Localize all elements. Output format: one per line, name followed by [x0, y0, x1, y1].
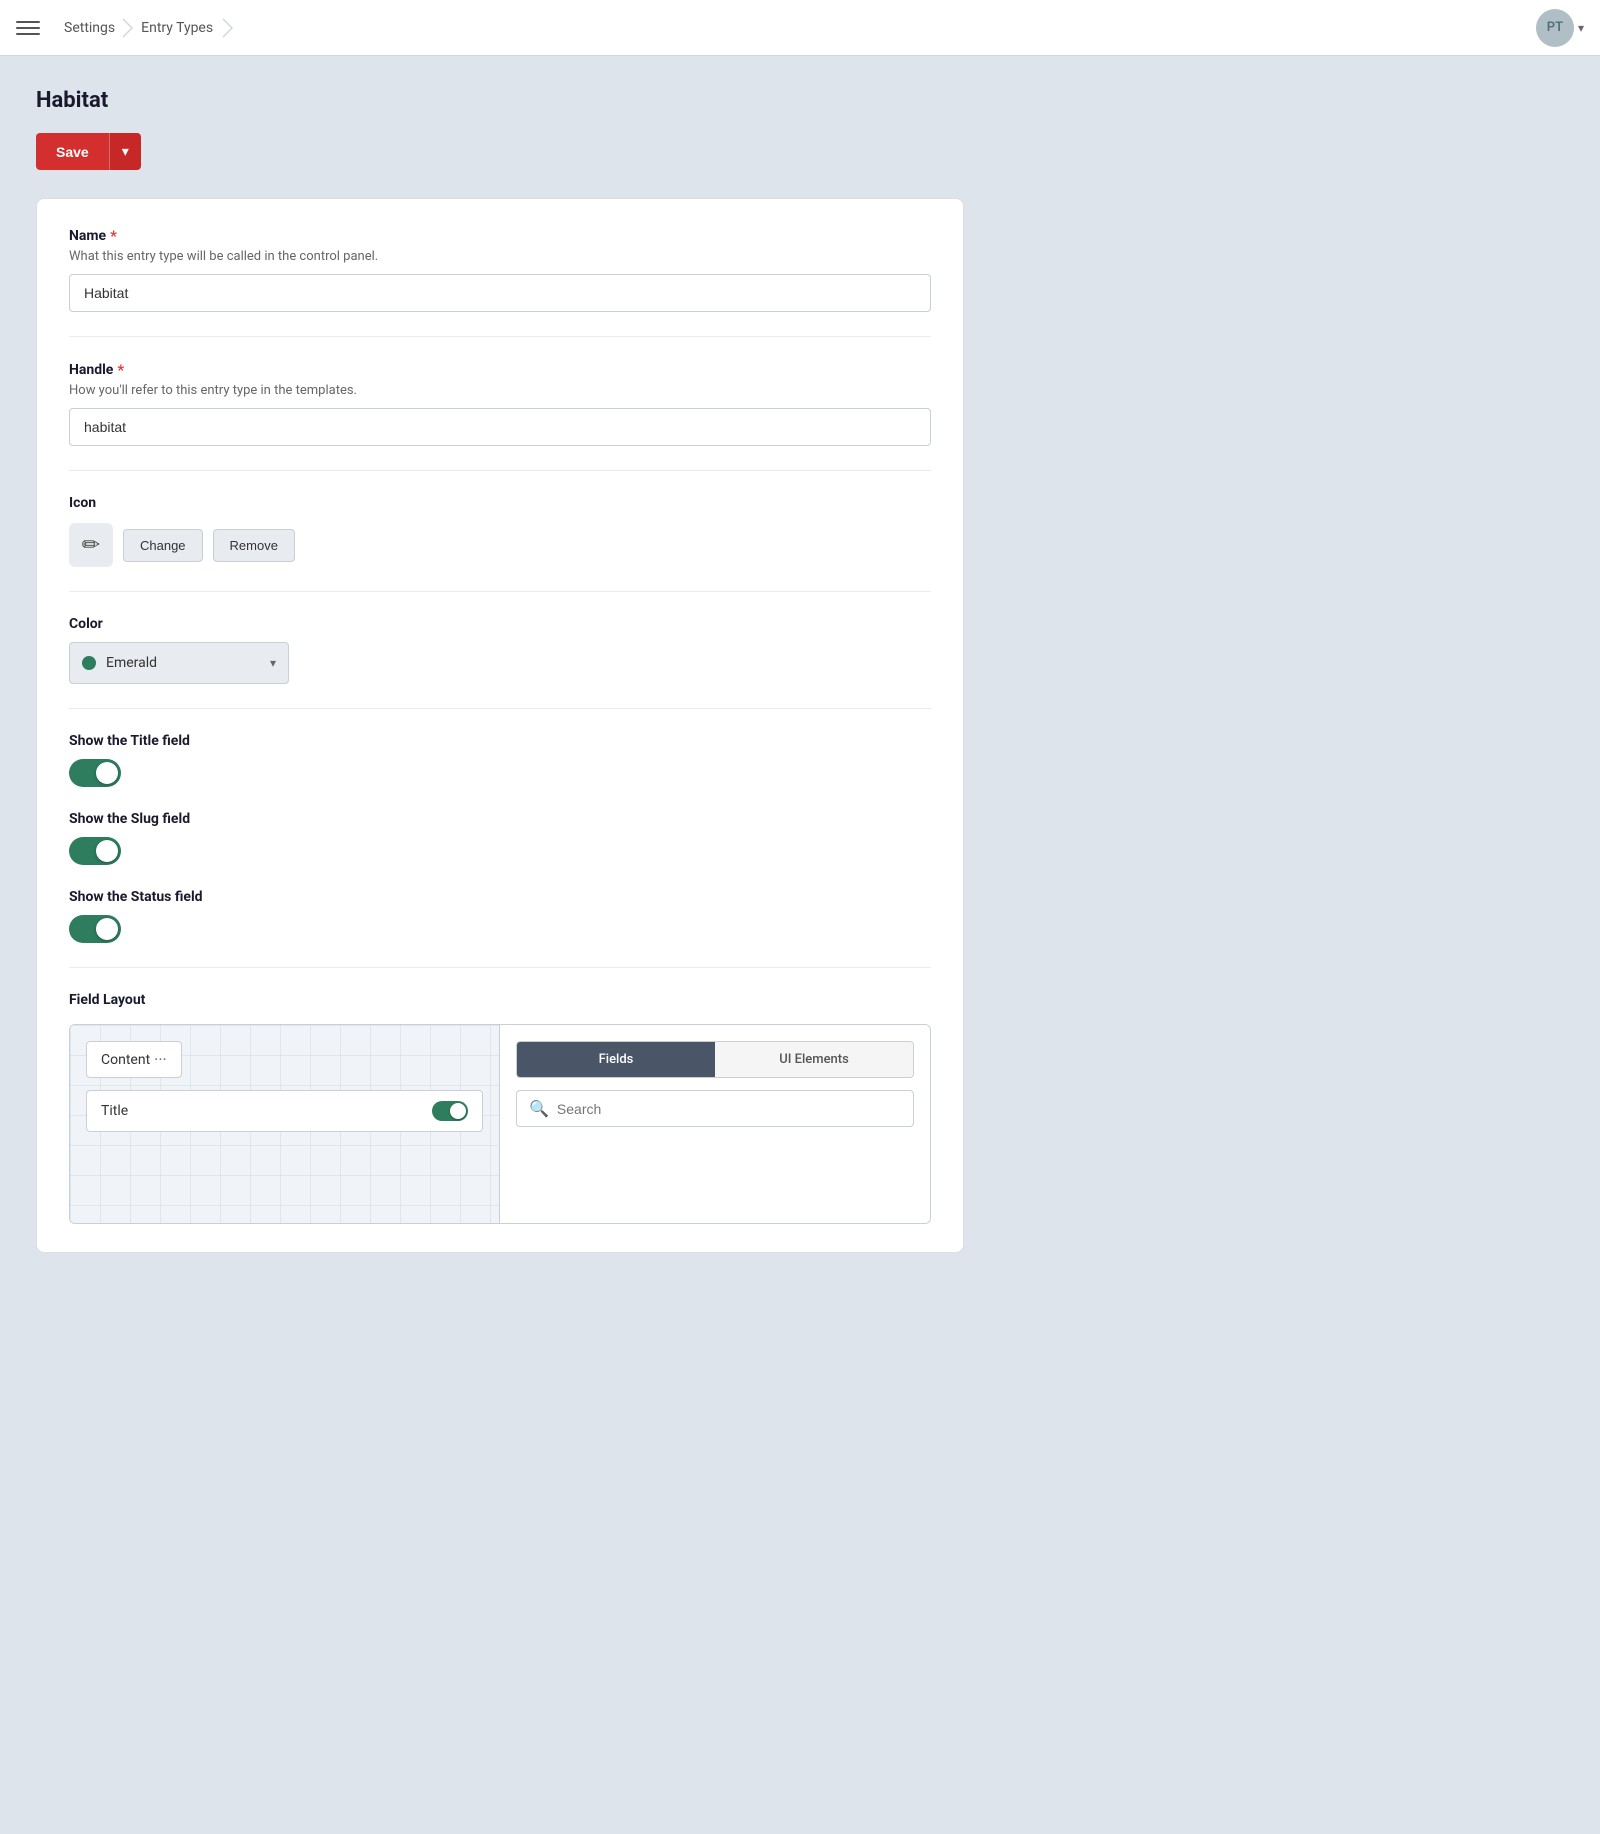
- save-button[interactable]: Save: [36, 133, 109, 170]
- color-label: Color: [69, 616, 931, 632]
- show-title-section: Show the Title field Show the Slug field…: [69, 733, 931, 968]
- name-input[interactable]: [69, 274, 931, 312]
- chevron-down-icon: ▾: [1578, 21, 1584, 35]
- field-layout-section: Field Layout Content ··· Title: [69, 992, 931, 1224]
- breadcrumb-settings-link[interactable]: Settings: [56, 14, 123, 42]
- user-menu[interactable]: PT ▾: [1536, 9, 1584, 47]
- field-layout-panel: Fields UI Elements 🔍: [500, 1025, 930, 1223]
- color-select-value: Emerald: [106, 655, 260, 671]
- title-field-toggle[interactable]: [432, 1101, 468, 1121]
- toggle-thumb-small: [450, 1103, 466, 1119]
- show-slug-label: Show the Slug field: [69, 811, 931, 827]
- icon-label: Icon: [69, 495, 931, 511]
- hamburger-menu-icon[interactable]: [16, 16, 40, 40]
- toggle-thumb: [96, 762, 118, 784]
- toggle-track: [69, 915, 121, 943]
- show-status-toggle-row: Show the Status field: [69, 889, 931, 943]
- name-description: What this entry type will be called in t…: [69, 249, 931, 264]
- content-tab[interactable]: Content ···: [86, 1041, 182, 1078]
- breadcrumb-separator-1: [123, 18, 133, 38]
- title-field-row: Title: [86, 1090, 483, 1132]
- breadcrumb-separator-2: [223, 18, 233, 38]
- show-status-toggle[interactable]: [69, 915, 121, 943]
- color-dot-emerald: [82, 656, 96, 670]
- show-title-toggle[interactable]: [69, 759, 121, 787]
- field-layout-title: Field Layout: [69, 992, 931, 1008]
- name-label: Name *: [69, 227, 931, 245]
- save-button-group: Save ▾: [36, 133, 964, 170]
- panel-tabs: Fields UI Elements: [516, 1041, 914, 1078]
- color-section: Color Emerald ▾: [69, 616, 931, 709]
- field-layout-grid: Content ··· Title Fields UI Elements: [69, 1024, 931, 1224]
- show-slug-toggle[interactable]: [69, 837, 121, 865]
- icon-symbol: ✏: [82, 533, 100, 558]
- handle-label: Handle *: [69, 361, 931, 379]
- show-slug-toggle-row: Show the Slug field: [69, 811, 931, 865]
- toggle-thumb: [96, 918, 118, 940]
- topbar: Settings Entry Types PT ▾: [0, 0, 1600, 56]
- toggle-thumb: [96, 840, 118, 862]
- chevron-down-icon: ▾: [270, 656, 276, 670]
- breadcrumb: Settings Entry Types: [56, 14, 788, 42]
- search-icon: 🔍: [529, 1099, 549, 1118]
- avatar: PT: [1536, 9, 1574, 47]
- breadcrumb-item-settings: Settings: [56, 14, 123, 42]
- name-required-star: *: [110, 227, 117, 245]
- breadcrumb-entry-types-link[interactable]: Entry Types: [133, 14, 221, 42]
- icon-section: Icon ✏ Change Remove: [69, 495, 931, 592]
- remove-icon-button[interactable]: Remove: [213, 529, 295, 562]
- handle-section: Handle * How you'll refer to this entry …: [69, 361, 931, 471]
- main-content: Habitat Save ▾ Name * What this entry ty…: [0, 56, 1000, 1285]
- tab-fields[interactable]: Fields: [517, 1042, 715, 1077]
- tab-ui-elements[interactable]: UI Elements: [715, 1042, 913, 1077]
- handle-required-star: *: [117, 361, 124, 379]
- page-title: Habitat: [36, 88, 964, 113]
- handle-description: How you'll refer to this entry type in t…: [69, 383, 931, 398]
- title-field-label: Title: [101, 1103, 128, 1119]
- icon-preview: ✏: [69, 523, 113, 567]
- show-title-label: Show the Title field: [69, 733, 931, 749]
- save-dropdown-button[interactable]: ▾: [109, 133, 141, 170]
- show-title-toggle-row: Show the Title field: [69, 733, 931, 787]
- icon-controls: ✏ Change Remove: [69, 523, 931, 567]
- search-input[interactable]: [557, 1101, 901, 1117]
- ellipsis-icon: ···: [154, 1050, 167, 1069]
- change-icon-button[interactable]: Change: [123, 529, 203, 562]
- breadcrumb-item-entry-types: Entry Types: [133, 14, 221, 42]
- field-layout-canvas: Content ··· Title: [70, 1025, 500, 1223]
- name-section: Name * What this entry type will be call…: [69, 227, 931, 337]
- toggle-track: [69, 837, 121, 865]
- color-dropdown[interactable]: Emerald ▾: [69, 642, 289, 684]
- fields-search-box: 🔍: [516, 1090, 914, 1127]
- show-status-label: Show the Status field: [69, 889, 931, 905]
- content-tab-label: Content: [101, 1052, 150, 1068]
- toggle-track: [69, 759, 121, 787]
- settings-card: Name * What this entry type will be call…: [36, 198, 964, 1253]
- handle-input[interactable]: [69, 408, 931, 446]
